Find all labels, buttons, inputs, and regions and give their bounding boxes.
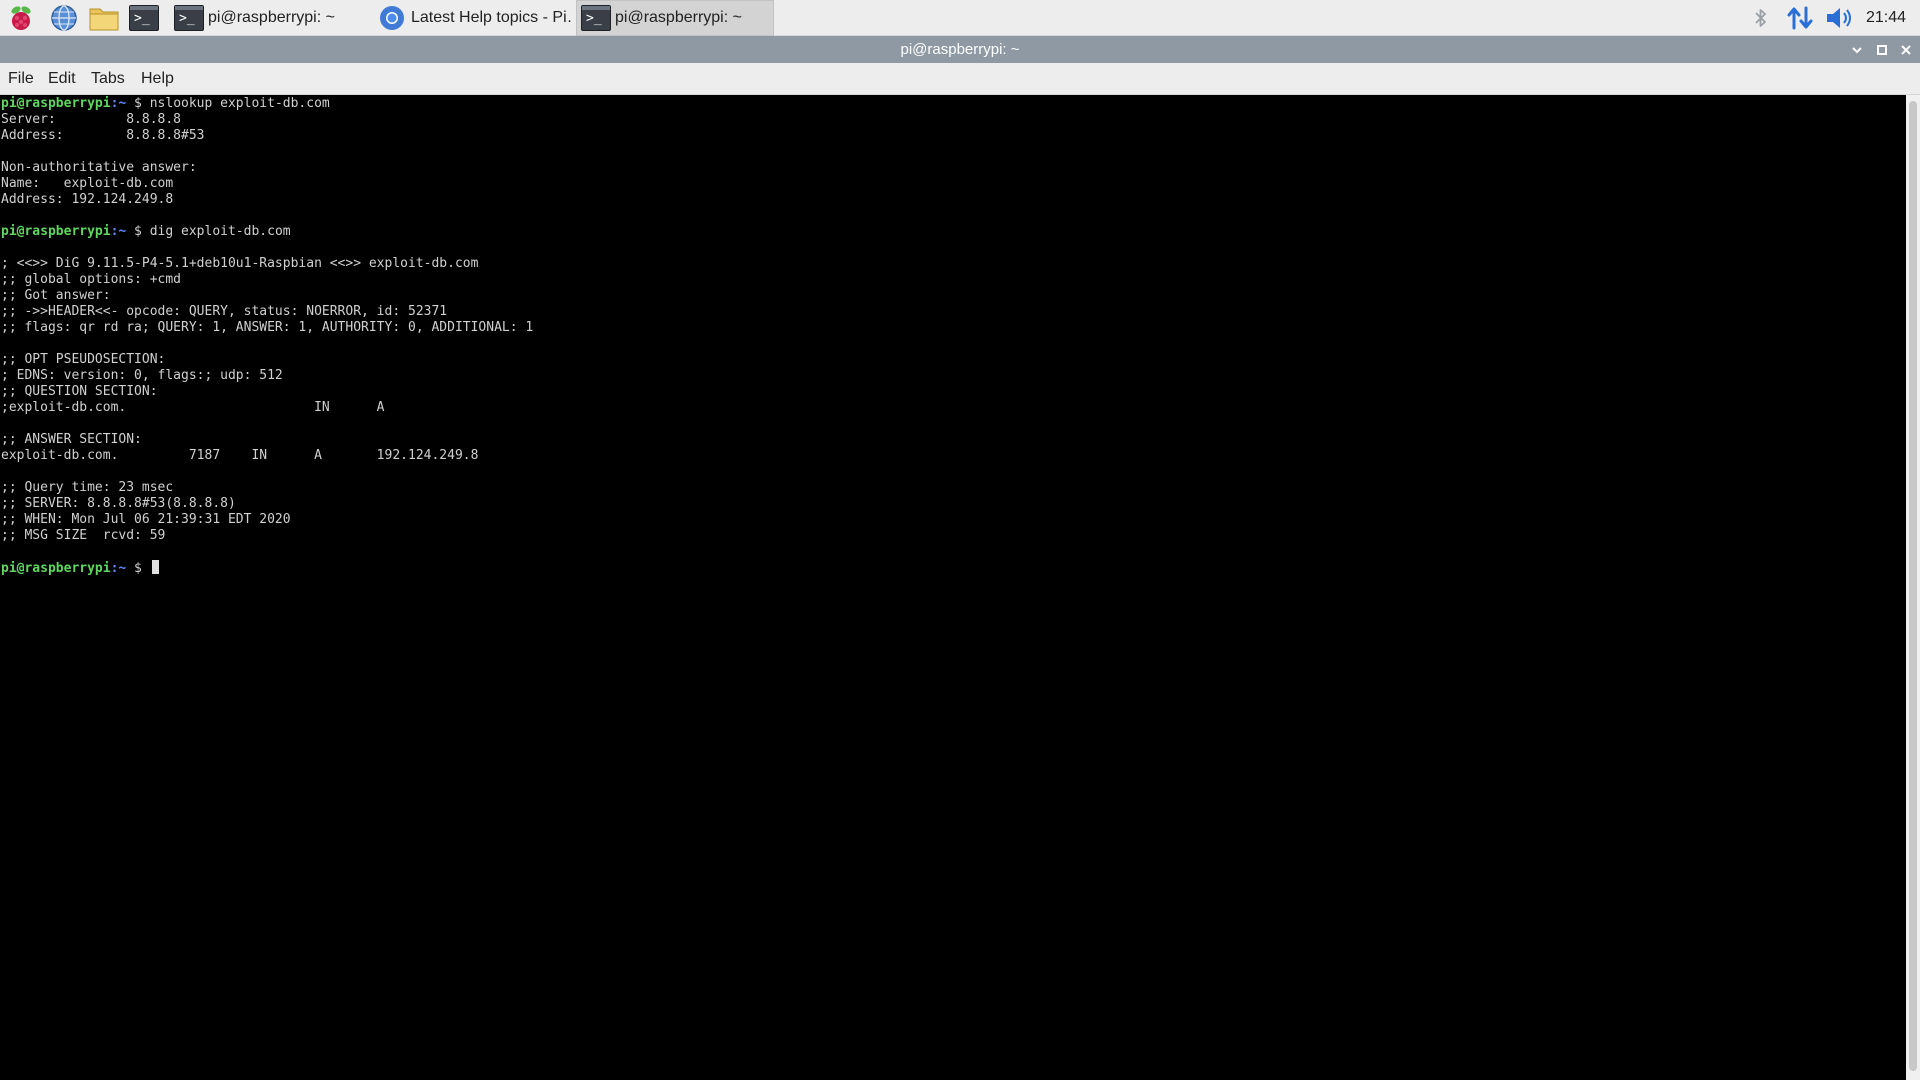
command-text: nslookup exploit-db.com (149, 96, 330, 111)
output-line: Server: 8.8.8.8 (1, 112, 182, 127)
output-line: ;; MSG SIZE rcvd: 59 (1, 528, 166, 543)
task-terminal-1[interactable]: >_ pi@raspberrypi: ~ (170, 0, 370, 36)
menu-help[interactable]: Help (137, 63, 178, 95)
file-manager-icon[interactable] (89, 3, 119, 33)
terminal-output: pi@raspberrypi:~ $ nslookup exploit-db.c… (1, 96, 533, 576)
prompt-user: pi@raspberrypi (1, 224, 111, 239)
terminal-glyph: >_ (134, 11, 150, 26)
task-browser[interactable]: Latest Help topics - Pi… (373, 0, 573, 36)
dig-output: ; <<>> DiG 9.11.5-P4-5.1+deb10u1-Raspbia… (1, 240, 533, 560)
prompt-sign: $ (126, 561, 150, 576)
output-line: ;; global options: +cmd (1, 272, 182, 287)
close-icon[interactable] (1895, 36, 1917, 63)
output-line: Address: 8.8.8.8#53 (1, 128, 205, 143)
menubar: File Edit Tabs Help (0, 63, 1920, 95)
output-line: Name: exploit-db.com (1, 176, 174, 191)
network-icon[interactable] (1784, 0, 1816, 36)
prompt-line: pi@raspberrypi:~ $ dig exploit-db.com (1, 224, 533, 240)
prompt-line: pi@raspberrypi:~ $ nslookup exploit-db.c… (1, 96, 533, 112)
prompt-path: :~ (110, 96, 127, 111)
bluetooth-icon[interactable] (1748, 0, 1774, 36)
prompt-sign: $ (126, 224, 150, 239)
output-line: ;; Got answer: (1, 288, 111, 303)
output-line: ;exploit-db.com. IN A (1, 400, 385, 415)
output-line: ;; OPT PSEUDOSECTION: (1, 352, 166, 367)
output-line: ; <<>> DiG 9.11.5-P4-5.1+deb10u1-Raspbia… (1, 256, 479, 271)
prompt-line: pi@raspberrypi:~ $ (1, 560, 533, 576)
scrollbar-thumb[interactable] (1909, 101, 1917, 1071)
output-line: ;; ->>HEADER<<- opcode: QUERY, status: N… (1, 304, 448, 319)
output-line: Non-authoritative answer: (1, 160, 197, 175)
chromium-icon (377, 3, 407, 33)
task-terminal-2[interactable]: >_ pi@raspberrypi: ~ (576, 0, 774, 36)
menu-tabs[interactable]: Tabs (87, 63, 129, 95)
command-text: dig exploit-db.com (149, 224, 291, 239)
menu-file[interactable]: File (4, 63, 38, 95)
terminal-launcher-icon[interactable]: >_ (129, 3, 159, 33)
window-title: pi@raspberrypi: ~ (900, 41, 1020, 58)
output-line: ;; flags: qr rd ra; QUERY: 1, ANSWER: 1,… (1, 320, 534, 335)
raspberry-menu-icon[interactable] (6, 3, 36, 33)
task-label: pi@raspberrypi: ~ (615, 9, 742, 26)
web-browser-icon[interactable] (49, 3, 79, 33)
task-label: pi@raspberrypi: ~ (208, 9, 335, 26)
terminal-area[interactable]: pi@raspberrypi:~ $ nslookup exploit-db.c… (0, 95, 1906, 1080)
output-line: ;; SERVER: 8.8.8.8#53(8.8.8.8) (1, 496, 236, 511)
terminal-icon: >_ (581, 3, 611, 33)
prompt-path: :~ (110, 561, 127, 576)
prompt-sign: $ (126, 96, 150, 111)
clock[interactable]: 21:44 (1866, 0, 1906, 36)
terminal-glyph: >_ (179, 11, 195, 26)
terminal-scrollbar[interactable] (1906, 95, 1920, 1080)
minimize-icon[interactable] (1846, 36, 1868, 63)
nslookup-output: Server: 8.8.8.8 Address: 8.8.8.8#53 Non-au… (1, 112, 533, 224)
output-line: Address: 192.124.249.8 (1, 192, 174, 207)
maximize-icon[interactable] (1871, 36, 1893, 63)
prompt-path: :~ (110, 224, 127, 239)
output-line: ; EDNS: version: 0, flags:; udp: 512 (1, 368, 283, 383)
terminal-glyph: >_ (586, 11, 602, 26)
output-line: ;; WHEN: Mon Jul 06 21:39:31 EDT 2020 (1, 512, 291, 527)
menu-edit[interactable]: Edit (44, 63, 80, 95)
task-label: Latest Help topics - Pi… (411, 9, 573, 26)
output-line: ;; Query time: 23 msec (1, 480, 174, 495)
volume-icon[interactable] (1822, 0, 1858, 36)
terminal-icon: >_ (174, 3, 204, 33)
text-cursor (151, 560, 159, 574)
prompt-user: pi@raspberrypi (1, 561, 111, 576)
taskbar: >_ >_ pi@raspberrypi: ~ Latest Help topi… (0, 0, 1920, 36)
window-titlebar[interactable]: pi@raspberrypi: ~ (0, 36, 1920, 63)
output-line: ;; QUESTION SECTION: (1, 384, 158, 399)
prompt-user: pi@raspberrypi (1, 96, 111, 111)
output-line: exploit-db.com. 7187 IN A 192.124.249.8 (1, 448, 479, 463)
output-line: ;; ANSWER SECTION: (1, 432, 142, 447)
